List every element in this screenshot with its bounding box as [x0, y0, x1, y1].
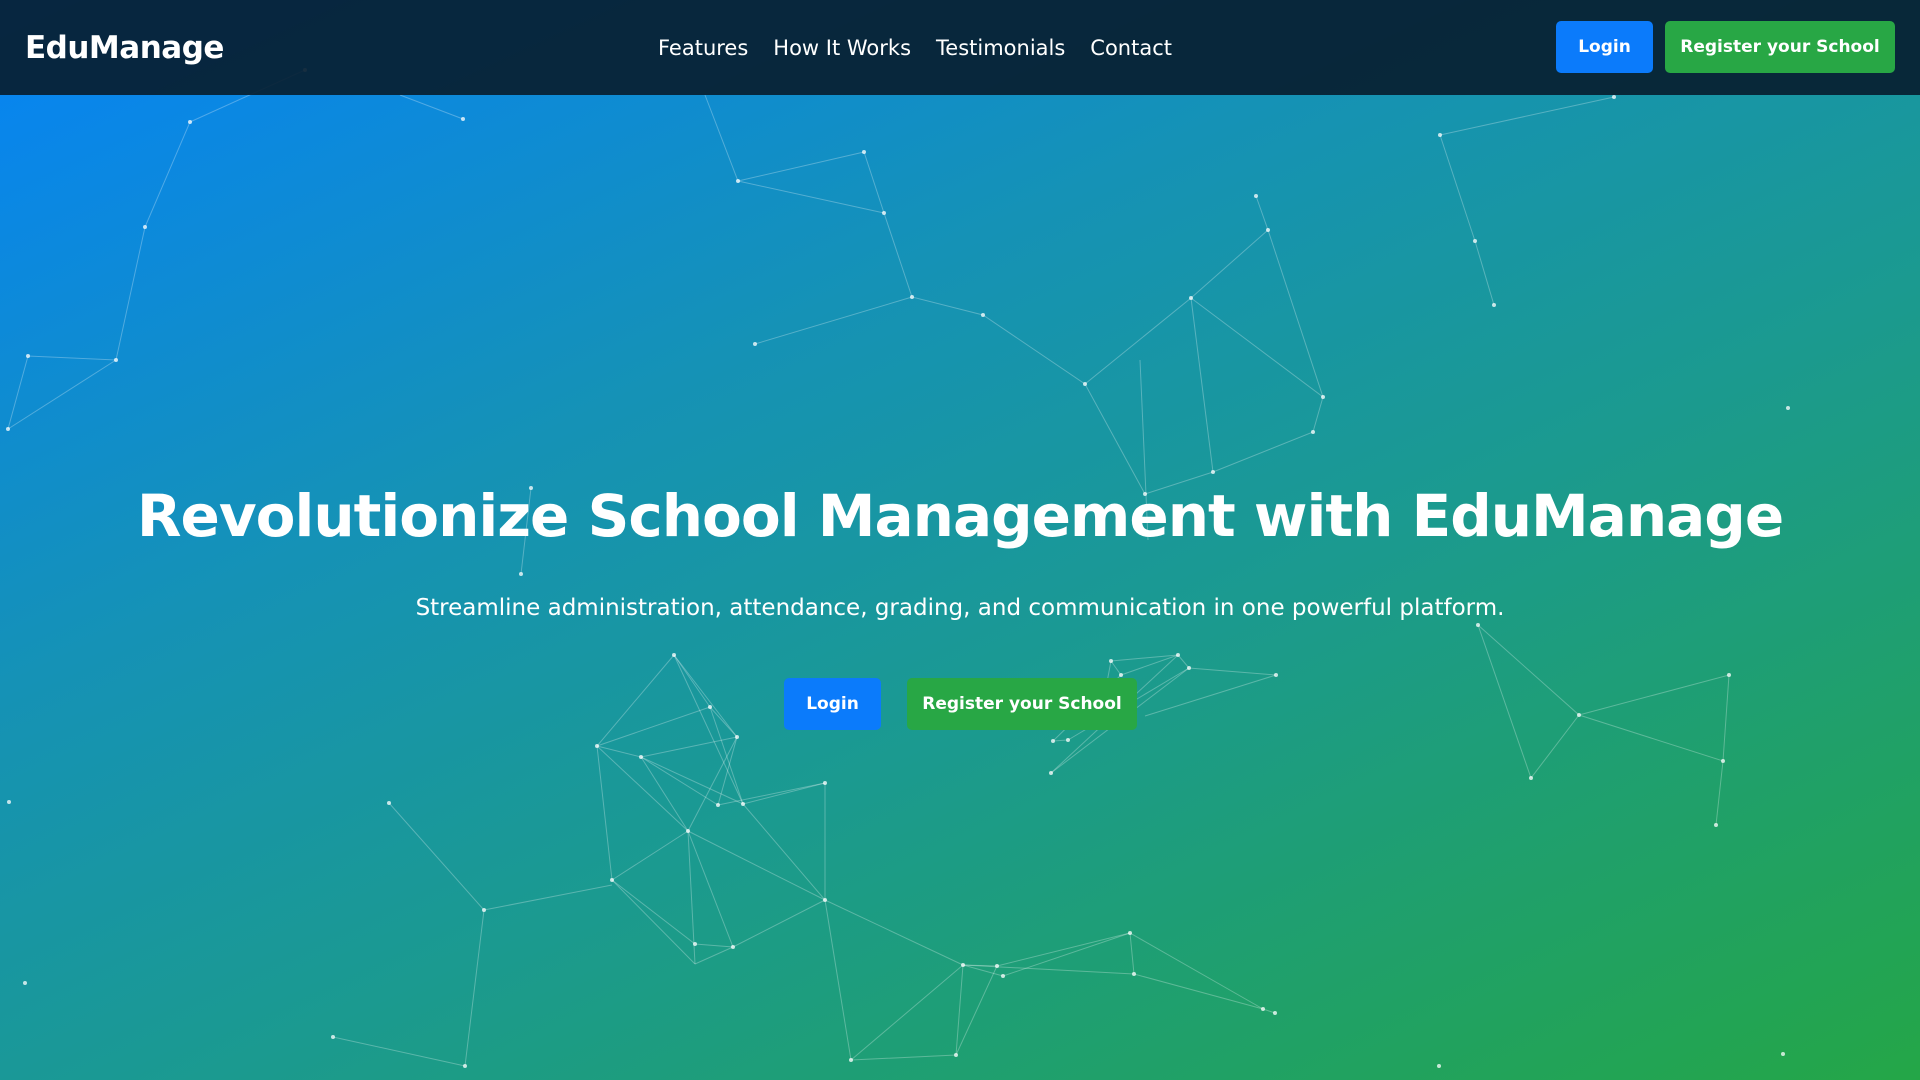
hero-subtitle: Streamline administration, attendance, g…	[415, 595, 1505, 621]
navbar: EduManage Features How It Works Testimon…	[0, 0, 1920, 95]
nav-link-contact[interactable]: Contact	[1090, 36, 1172, 60]
hero-register-school-button[interactable]: Register your School	[907, 678, 1137, 730]
hero-login-button[interactable]: Login	[784, 678, 881, 730]
header-login-button[interactable]: Login	[1556, 21, 1653, 73]
nav-link-features[interactable]: Features	[658, 36, 748, 60]
brand-logo[interactable]: EduManage	[25, 30, 224, 66]
header-actions: Login Register your School	[1556, 21, 1895, 73]
nav-link-testimonials[interactable]: Testimonials	[936, 36, 1065, 60]
hero-section: Revolutionize School Management with Edu…	[0, 95, 1920, 1080]
hero-title: Revolutionize School Management with Edu…	[136, 482, 1784, 550]
header-register-school-button[interactable]: Register your School	[1665, 21, 1895, 73]
hero-actions: Login Register your School	[784, 678, 1137, 730]
main-nav: Features How It Works Testimonials Conta…	[658, 0, 1172, 95]
nav-link-how-it-works[interactable]: How It Works	[773, 36, 911, 60]
